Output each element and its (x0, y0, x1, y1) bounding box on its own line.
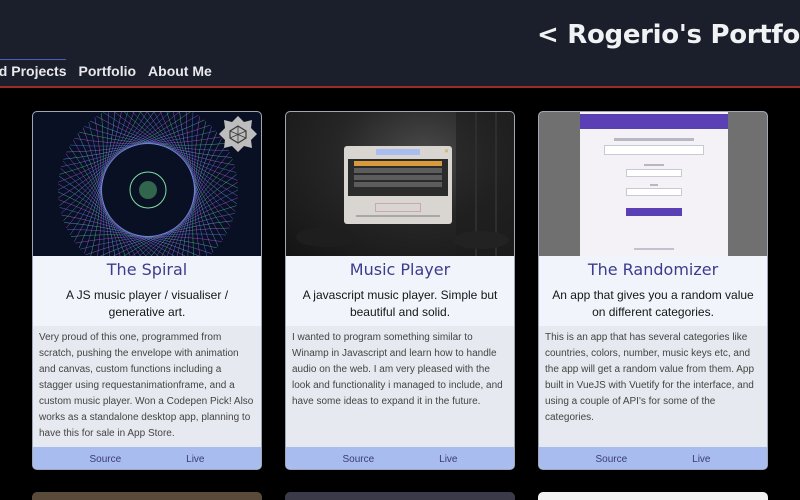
card-footer: Source Live (286, 447, 514, 469)
site-header: < Rogerio's Portfolio / C ed Projects Po… (0, 0, 800, 88)
project-card-spiral: The Spiral A JS music player / visualise… (32, 111, 262, 470)
card-title: The Spiral (106, 260, 188, 279)
randomize-button (626, 208, 682, 216)
live-link[interactable]: Live (692, 454, 710, 465)
music-player-window: ✕ (344, 146, 452, 224)
close-icon: ✕ (443, 149, 449, 155)
source-link[interactable]: Source (89, 454, 121, 465)
live-link[interactable]: Live (186, 454, 204, 465)
main-nav: ed Projects Portfolio About Me (0, 63, 212, 79)
project-card-randomizer: The Randomizer An app that gives you a r… (538, 111, 768, 470)
card-title: The Randomizer (587, 260, 719, 279)
randomizer-app-preview (580, 112, 728, 256)
card-description: I wanted to program something similar to… (286, 326, 514, 447)
spiral-thumbnail[interactable] (33, 112, 261, 256)
card-footer: Source Live (539, 447, 767, 469)
source-link[interactable]: Source (595, 454, 627, 465)
card-title: Music Player (349, 260, 451, 279)
project-card-music-player: ✕ Music Player A javascript music player… (285, 111, 515, 470)
codepen-pick-badge-icon (219, 116, 257, 152)
source-link[interactable]: Source (342, 454, 374, 465)
music-player-thumbnail[interactable]: ✕ (286, 112, 514, 256)
playlist (348, 159, 448, 196)
category-select (604, 145, 704, 155)
project-card-next-1[interactable] (32, 492, 262, 500)
player-controls (375, 203, 421, 212)
project-card-next-2[interactable] (285, 492, 515, 500)
nav-item-featured-projects[interactable]: ed Projects (0, 63, 66, 79)
live-link[interactable]: Live (439, 454, 457, 465)
card-subtitle: A JS music player / visualiser / generat… (65, 288, 229, 319)
site-title[interactable]: < Rogerio's Portfolio / C (537, 20, 800, 50)
card-subtitle: A javascript music player. Simple but be… (302, 288, 498, 319)
progress-bar (356, 215, 440, 217)
active-nav-underline (0, 59, 66, 60)
card-description: Very proud of this one, programmed from … (33, 326, 261, 447)
project-card-next-3[interactable] (538, 492, 768, 500)
nav-item-portfolio[interactable]: Portfolio (78, 63, 136, 79)
card-description: This is an app that has several categori… (539, 326, 767, 447)
randomizer-thumbnail[interactable] (539, 112, 767, 256)
nav-item-about-me[interactable]: About Me (148, 63, 212, 79)
card-subtitle: An app that gives you a random value on … (552, 288, 754, 319)
card-footer: Source Live (33, 447, 261, 469)
